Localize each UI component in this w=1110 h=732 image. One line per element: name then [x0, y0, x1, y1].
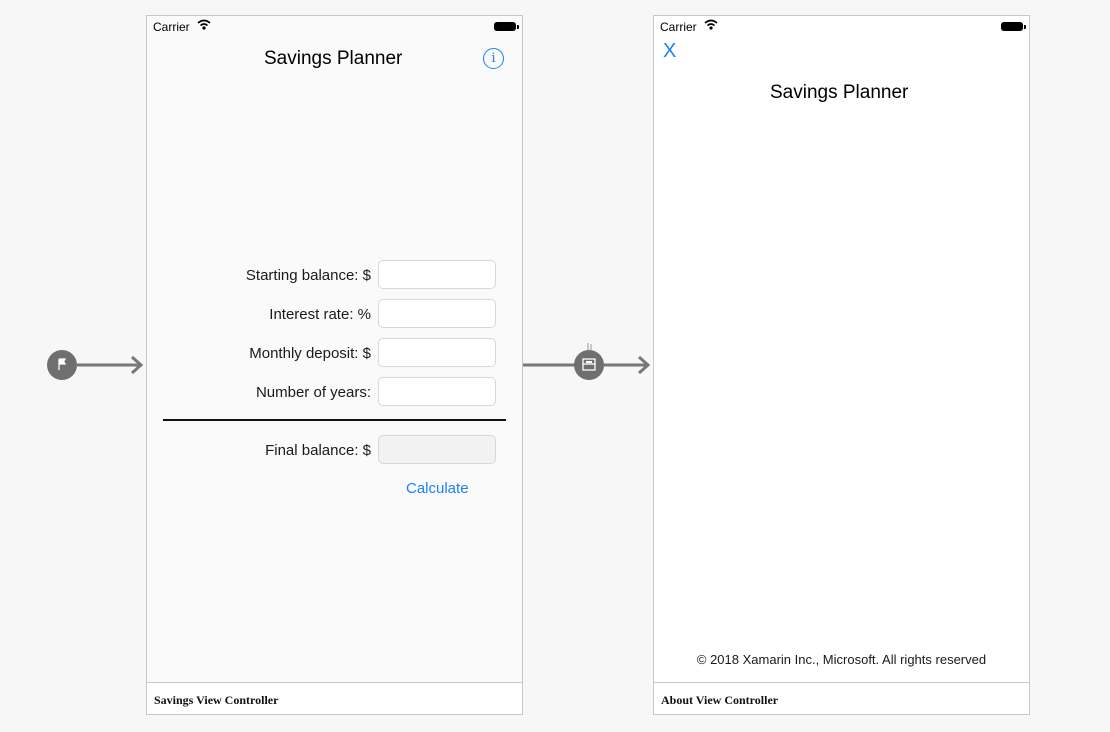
scene-name-label: Savings View Controller: [154, 693, 279, 707]
interest-rate-input[interactable]: [378, 299, 496, 328]
savings-view-controller-scene[interactable]: Carrier Savings Planner i Starting balan…: [146, 15, 523, 715]
number-of-years-label: Number of years:: [255, 384, 371, 401]
close-button[interactable]: X: [663, 40, 676, 63]
scene-footer[interactable]: Savings View Controller: [147, 682, 522, 714]
starting-balance-label: Starting balance: $: [245, 267, 371, 284]
copyright-label: © 2018 Xamarin Inc., Microsoft. All righ…: [696, 652, 987, 667]
scene-name-label: About View Controller: [661, 693, 779, 707]
status-bar: Carrier: [147, 16, 522, 36]
divider: [163, 419, 506, 421]
number-of-years-input[interactable]: [378, 377, 496, 406]
info-icon[interactable]: i: [483, 48, 504, 69]
flag-icon: [47, 350, 77, 380]
entry-point-indicator: [46, 348, 146, 387]
starting-balance-input[interactable]: [378, 260, 496, 289]
scene-footer[interactable]: About View Controller: [654, 682, 1029, 714]
carrier-label: Carrier: [660, 20, 697, 34]
page-title: Savings Planner: [264, 48, 403, 69]
monthly-deposit-input[interactable]: [378, 338, 496, 367]
carrier-label: Carrier: [153, 20, 190, 34]
battery-icon: [494, 22, 519, 31]
modal-segue-icon: [574, 350, 604, 380]
battery-icon: [1001, 22, 1026, 31]
final-balance-field: [378, 435, 496, 464]
about-view-controller-scene[interactable]: Carrier X Savings Planner © 2018 Xamarin…: [653, 15, 1030, 715]
monthly-deposit-label: Monthly deposit: $: [249, 345, 371, 362]
status-bar: Carrier: [654, 16, 1029, 36]
wifi-icon: [197, 19, 211, 33]
wifi-icon: [704, 19, 718, 33]
calculate-button[interactable]: Calculate: [406, 480, 469, 497]
final-balance-label: Final balance: $: [265, 442, 371, 459]
interest-rate-label: Interest rate: %: [269, 306, 371, 323]
page-title: Savings Planner: [770, 82, 909, 103]
segue-arrow[interactable]: [522, 340, 654, 395]
